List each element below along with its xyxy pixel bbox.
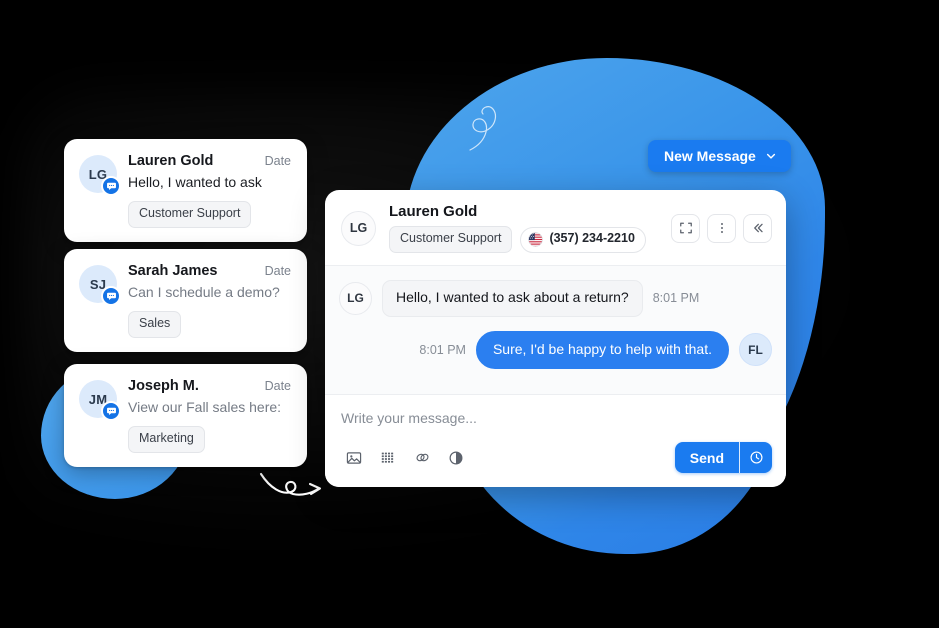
phone-number-chip[interactable]: (357) 234-2210 (520, 226, 646, 253)
half-circle-icon (449, 451, 463, 464)
avatar: LG (79, 155, 121, 196)
message-bubble-incoming: Hello, I wanted to ask about a return? (382, 280, 643, 317)
message-timestamp: 8:01 PM (419, 342, 466, 357)
chat-bubble-glyph (106, 182, 116, 190)
image-icon (346, 451, 362, 464)
curly-arrow-right-icon (259, 472, 322, 496)
message-preview: View our Fall sales here: (128, 399, 282, 416)
expand-icon (679, 222, 692, 234)
insert-image-button[interactable] (341, 446, 367, 470)
avatar-initials: FL (748, 342, 763, 357)
message-preview: Can I schedule a demo? (128, 284, 280, 301)
more-options-button[interactable] (707, 213, 736, 243)
list-item-header: Sarah James Date (128, 263, 291, 280)
avatar: LG (339, 281, 372, 315)
message-date: Date (264, 154, 291, 168)
avatar-initials: LG (349, 221, 368, 235)
contact-name: Lauren Gold (128, 153, 214, 169)
new-message-label: New Message (664, 148, 756, 164)
status-badge[interactable]: Marketing (128, 425, 205, 453)
expand-button[interactable] (671, 213, 700, 243)
chat-header-actions (671, 213, 772, 243)
message-composer: Write your message... Send (325, 394, 786, 487)
chat-bubble-glyph (106, 292, 116, 300)
message-thread: LG Hello, I wanted to ask about a return… (325, 266, 786, 394)
avatar: FL (739, 333, 772, 367)
message-input[interactable]: Write your message... (341, 410, 772, 426)
insert-template-button[interactable] (375, 446, 401, 470)
insert-link-button[interactable] (409, 446, 435, 470)
avatar: LG (341, 210, 376, 246)
page-title: Lauren Gold (389, 203, 478, 220)
message-timestamp: 8:01 PM (652, 291, 700, 306)
message-date: Date (264, 379, 291, 393)
chat-bubble-icon (101, 401, 121, 421)
phone-number-text: (357) 234-2210 (549, 231, 635, 246)
chat-bubble-icon (101, 176, 121, 196)
chat-header-meta: Customer Support (357) 234-2210 (389, 226, 658, 253)
new-message-button[interactable]: New Message (648, 140, 791, 172)
status-badge[interactable]: Sales (128, 310, 182, 338)
list-item[interactable]: SJ Sarah James Date Can I schedule a dem… (64, 249, 307, 352)
chat-panel: LG Lauren Gold Customer Support (357) 23… (325, 190, 786, 487)
list-item[interactable]: JM Joseph M. Date View our Fall sales he… (64, 364, 307, 467)
send-button[interactable]: Send (675, 442, 739, 473)
more-vertical-icon (720, 222, 723, 234)
screenshot-canvas: LG Lauren Gold Date Hello, I wanted to a… (0, 0, 939, 628)
chat-bubble-glyph (106, 407, 116, 415)
composer-toolbar: Send (341, 442, 772, 473)
schedule-send-button[interactable] (739, 442, 772, 473)
message-preview: Hello, I wanted to ask (128, 174, 262, 191)
status-badge[interactable]: Customer Support (389, 226, 513, 253)
chat-header-info: Lauren Gold Customer Support (357) 234-2… (389, 203, 658, 253)
status-badge[interactable]: Customer Support (128, 200, 252, 228)
list-item-row: SJ Sarah James Date Can I schedule a dem… (79, 263, 291, 338)
chevron-down-icon (766, 153, 775, 159)
chat-header: LG Lauren Gold Customer Support (357) 23… (325, 190, 786, 266)
contact-name: Sarah James (128, 263, 218, 279)
avatar: JM (79, 380, 121, 421)
message-date: Date (264, 264, 291, 278)
list-item-body: Sarah James Date Can I schedule a demo? … (128, 263, 291, 338)
avatar-initials: LG (347, 291, 364, 306)
contact-name: Joseph M. (128, 378, 199, 394)
us-flag-icon (528, 231, 544, 247)
clock-icon (750, 451, 762, 464)
list-item-row: LG Lauren Gold Date Hello, I wanted to a… (79, 153, 291, 228)
spiral-flourish-icon (469, 106, 497, 151)
contrast-button[interactable] (443, 446, 469, 470)
list-item-body: Lauren Gold Date Hello, I wanted to ask … (128, 153, 291, 228)
list-item-body: Joseph M. Date View our Fall sales here:… (128, 378, 291, 453)
avatar: SJ (79, 265, 121, 306)
link-icon (415, 453, 429, 462)
list-item[interactable]: LG Lauren Gold Date Hello, I wanted to a… (64, 139, 307, 242)
chevrons-left-icon (753, 223, 763, 233)
grid-icon (381, 452, 394, 463)
list-item-header: Lauren Gold Date (128, 153, 291, 170)
list-item-row: JM Joseph M. Date View our Fall sales he… (79, 378, 291, 453)
list-item-header: Joseph M. Date (128, 378, 291, 395)
chat-bubble-icon (101, 286, 121, 306)
send-button-group: Send (674, 442, 772, 473)
collapse-button[interactable] (743, 213, 772, 243)
message-row-incoming: LG Hello, I wanted to ask about a return… (339, 280, 772, 317)
message-bubble-outgoing: Sure, I'd be happy to help with that. (475, 330, 729, 369)
message-row-outgoing: 8:01 PM Sure, I'd be happy to help with … (339, 330, 772, 369)
